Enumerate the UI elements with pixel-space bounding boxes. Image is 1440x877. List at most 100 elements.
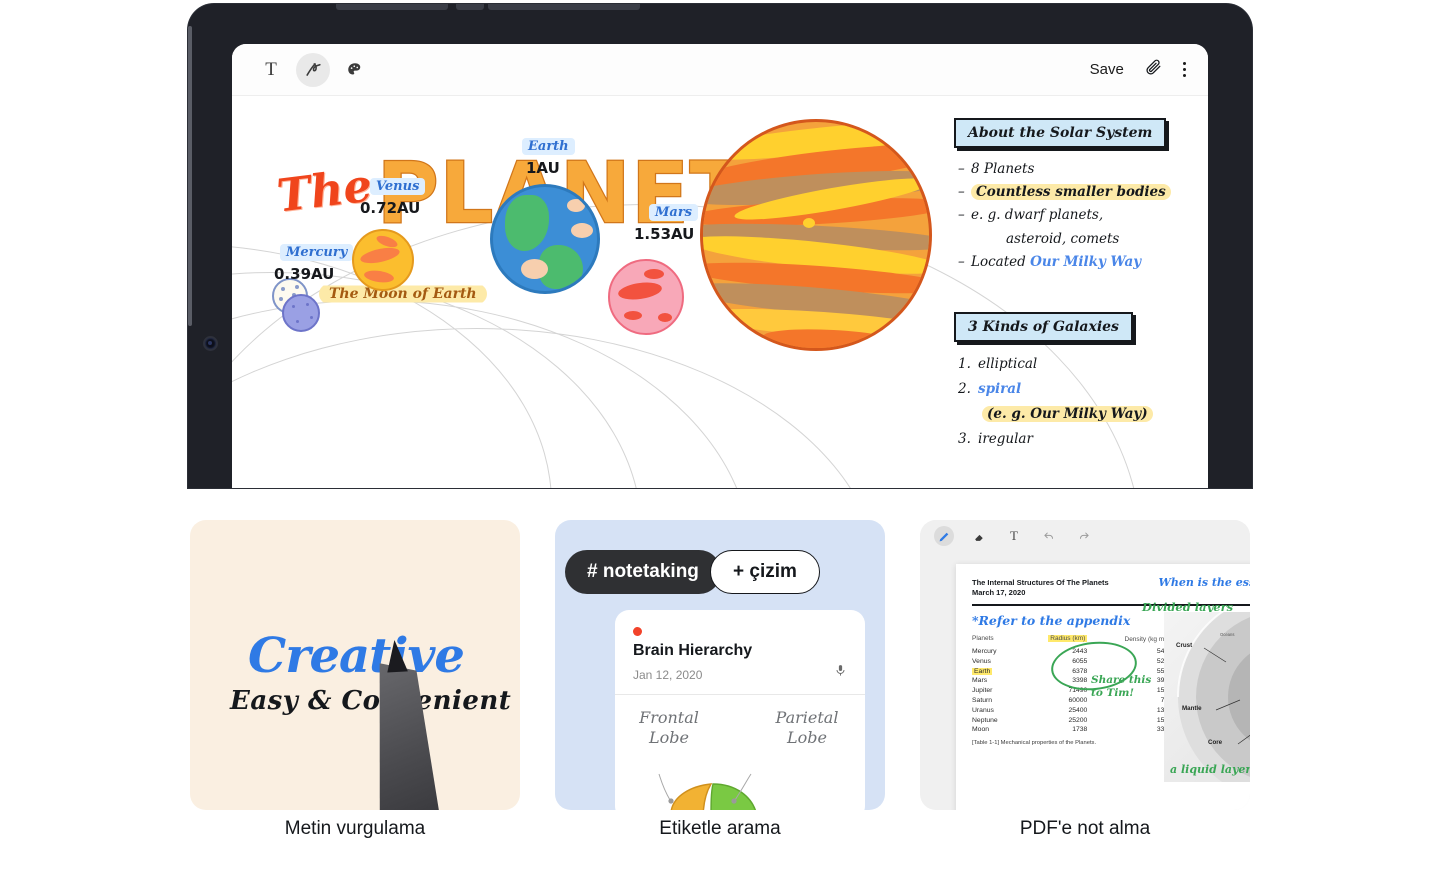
pdf-doc-date: March 17, 2020 (972, 588, 1026, 598)
planet-distance-mars: 1.53AU (634, 225, 695, 243)
share-annotation-note: Share this to Tim! (1091, 674, 1152, 700)
pen-icon (305, 63, 321, 76)
redo-icon (1080, 532, 1089, 539)
planet-label-mercury: Mercury (280, 244, 354, 261)
note-canvas[interactable]: The PLANET THE LARGEST Jupiter 5.2AU (232, 96, 1208, 488)
pdf-toolbar: T (920, 520, 1250, 552)
redo-button[interactable] (1074, 526, 1094, 546)
list-item-text: Located (971, 253, 1031, 270)
blue-handwritten-note: When is the essay dead (1158, 576, 1250, 589)
text-highlight-card[interactable]: Creative Easy & Convenient (190, 520, 520, 810)
text-tool-label: T (265, 58, 277, 80)
tablet-side-edge (188, 26, 192, 326)
tag-pill-notetaking[interactable]: # notetaking (565, 550, 721, 594)
toolbar-action-group: Save (1090, 58, 1186, 82)
solar-system-box-heading: About the Solar System (954, 118, 1167, 148)
list-item-text-highlighted: (e. g. Our Milky Way) (982, 405, 1153, 422)
list-item-text: elliptical (978, 356, 1038, 372)
label-oceans: Oceans (1220, 632, 1235, 637)
planet-distance-mercury: 0.39AU (274, 265, 335, 283)
tablet-top-button-1 (336, 4, 448, 10)
list-item: (e. g. Our Milky Way) (958, 402, 1188, 427)
tablet-device: T Save The The Moon of Earth Mercury 0.3… (188, 4, 1252, 488)
note-title: Brain Hierarchy (633, 642, 753, 659)
table-row: Uranus254001330 (972, 706, 1172, 714)
pen-tool-button[interactable] (934, 526, 954, 546)
planet-jupiter (700, 119, 932, 351)
front-camera-icon (205, 338, 216, 349)
label-core: Core (1208, 739, 1223, 746)
moon-label: The Moon of Earth (319, 284, 487, 304)
planet-distance-earth: 1AU (526, 159, 560, 177)
more-options-button[interactable] (1182, 61, 1186, 78)
caption-pdf-annotation: PDF'e not alma (1019, 818, 1151, 839)
planet-mercury (282, 294, 320, 332)
list-item: 2. spiral (958, 380, 1022, 397)
palette-icon (348, 62, 361, 74)
list-item: 1. elliptical (958, 356, 1038, 372)
text-tool-button[interactable]: T (254, 53, 288, 87)
galaxies-box-heading: 3 Kinds of Galaxies (954, 312, 1133, 342)
solar-system-list: –8 Planets – Countless smaller bodies – e.… (958, 158, 1188, 274)
pen-tool-button[interactable] (296, 52, 330, 87)
earth-layers-svg (1177, 612, 1250, 782)
kebab-dot (1182, 67, 1186, 72)
list-item-text: asteroid, comets (1006, 230, 1120, 247)
earth-structure-diagram: Structure Oceans Crust Mantle Core a liq… (1164, 612, 1250, 782)
list-item-text: e. g. dwarf planets, (971, 207, 1104, 224)
list-item: – Countless smaller bodies (958, 181, 1188, 204)
list-item-text-blue: Our Milky Way (1030, 253, 1142, 270)
add-tag-pill-cizim[interactable]: + çizim (710, 550, 820, 594)
note-app-toolbar: T Save (232, 44, 1208, 96)
creative-handwriting: Creative (248, 628, 465, 684)
tablet-screen: T Save The The Moon of Earth Mercury 0.3… (232, 44, 1208, 488)
tablet-top-button-3 (488, 4, 640, 10)
microphone-icon (836, 665, 845, 676)
planet-earth (490, 184, 600, 294)
feature-cards-row: Creative Easy & Convenient # notetaking … (0, 520, 1440, 820)
easy-convenient-handwriting: Easy & Convenient (230, 686, 512, 716)
list-item-text: 8 Planets (971, 161, 1035, 177)
planet-venus (352, 229, 414, 291)
undo-button[interactable] (1039, 526, 1059, 546)
kebab-dot (1182, 74, 1186, 78)
eraser-icon (974, 534, 983, 541)
note-date: Jan 12, 2020 (633, 668, 703, 682)
note-divider (615, 694, 865, 695)
kebab-dot (1182, 61, 1186, 65)
frontal-lobe-label: Frontal Lobe (639, 708, 699, 747)
label-mantle: Mantle (1182, 705, 1202, 712)
galaxies-list: 1. elliptical 2. spiral (e. g. Our Milky W… (958, 352, 1188, 452)
attach-button[interactable] (1144, 58, 1163, 82)
planet-mars (608, 259, 684, 335)
microphone-button[interactable] (834, 663, 847, 683)
text-tool-button[interactable]: T (1004, 526, 1024, 546)
tag-search-card[interactable]: # notetaking + çizim Brain Hierarchy Jan… (555, 520, 885, 810)
list-item-text: iregular (978, 430, 1033, 447)
liquid-layer-note: a liquid layer (1170, 763, 1250, 776)
planet-label-venus: Venus (370, 178, 426, 195)
list-item: asteroid, comets (958, 228, 1188, 251)
caption-text-highlight: Metin vurgulama (284, 818, 426, 839)
brain-diagram (658, 773, 756, 810)
unread-dot-icon (633, 627, 642, 636)
parietal-lobe-label: Parietal Lobe (775, 708, 839, 747)
pdf-annotation-card[interactable]: T The Internal Structures Of The Planets… (920, 520, 1250, 810)
col-header-planets: Planets (972, 635, 994, 643)
planet-label-earth: Earth (522, 138, 575, 155)
paperclip-icon (1146, 59, 1161, 75)
list-item: 3. iregular (958, 430, 1033, 447)
save-button[interactable]: Save (1090, 61, 1124, 78)
list-item-text-blue: spiral (978, 380, 1022, 397)
planet-label-mars: Mars (649, 204, 698, 221)
eraser-tool-button[interactable] (969, 526, 989, 546)
list-item: –8 Planets (958, 161, 1035, 177)
pdf-page[interactable]: The Internal Structures Of The Planets M… (956, 564, 1250, 810)
list-item: – Located Our Milky Way (958, 253, 1142, 270)
label-crust: Crust (1176, 642, 1193, 649)
palette-tool-button[interactable] (338, 53, 372, 87)
table-row: Neptune252001570 (972, 716, 1172, 724)
note-preview-card[interactable]: Brain Hierarchy Jan 12, 2020 Frontal Lob… (615, 610, 865, 810)
list-item: – e. g. dwarf planets, (958, 207, 1104, 224)
planet-distance-venus: 0.72AU (360, 199, 421, 217)
